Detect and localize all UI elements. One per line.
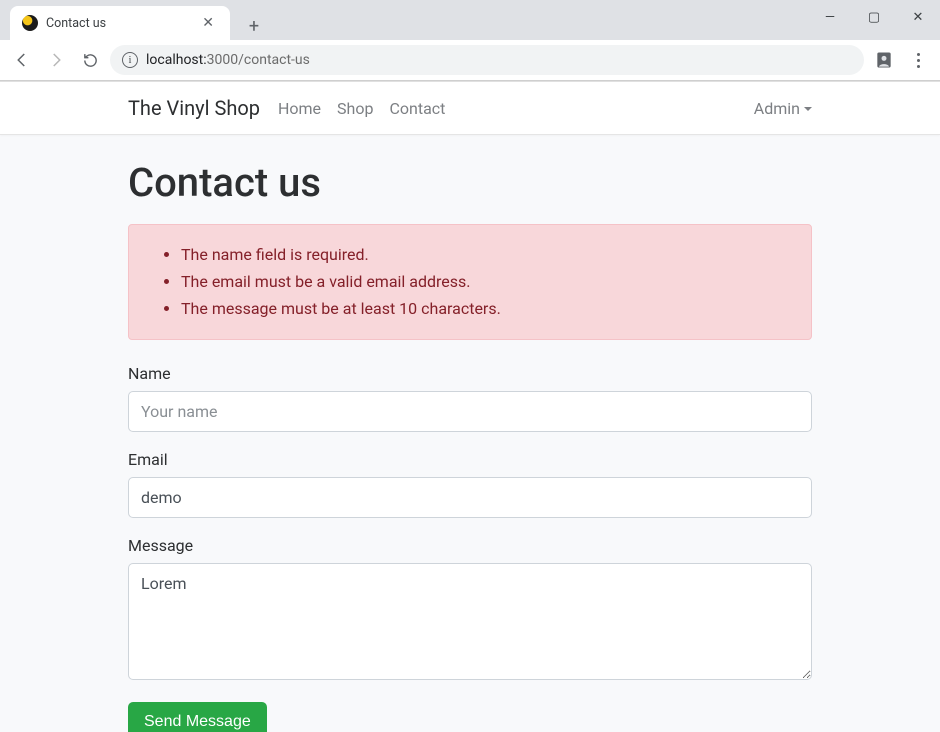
window-controls: — ▢ ✕ bbox=[808, 0, 940, 34]
validation-alert: The name field is required. The email mu… bbox=[128, 224, 812, 340]
tab-title: Contact us bbox=[46, 16, 198, 31]
new-tab-button[interactable]: + bbox=[240, 12, 268, 40]
back-button[interactable] bbox=[8, 46, 36, 74]
url-port: 3000 bbox=[207, 52, 238, 68]
browser-tab[interactable]: Contact us ✕ bbox=[10, 6, 230, 40]
page-viewport: The Vinyl Shop Home Shop Contact Admin C… bbox=[0, 81, 940, 732]
error-item: The name field is required. bbox=[181, 241, 791, 268]
tab-bar: Contact us ✕ + — ▢ ✕ bbox=[0, 0, 940, 40]
message-textarea[interactable] bbox=[128, 563, 812, 680]
site-info-icon[interactable]: i bbox=[122, 52, 138, 68]
send-message-button[interactable]: Send Message bbox=[128, 702, 267, 732]
user-menu-label: Admin bbox=[754, 99, 800, 118]
close-window-button[interactable]: ✕ bbox=[896, 0, 940, 34]
url-host: localhost: bbox=[146, 52, 207, 68]
message-label: Message bbox=[128, 536, 812, 555]
user-menu[interactable]: Admin bbox=[754, 99, 812, 118]
error-item: The message must be at least 10 characte… bbox=[181, 295, 791, 322]
browser-menu-button[interactable] bbox=[904, 53, 932, 68]
maximize-button[interactable]: ▢ bbox=[852, 0, 896, 34]
reload-button[interactable] bbox=[76, 46, 104, 74]
browser-chrome: Contact us ✕ + — ▢ ✕ i localhost:3000/co… bbox=[0, 0, 940, 81]
browser-toolbar: i localhost:3000/contact-us bbox=[0, 40, 940, 80]
chevron-down-icon bbox=[804, 107, 812, 111]
address-bar[interactable]: i localhost:3000/contact-us bbox=[110, 45, 864, 75]
nav-link-home[interactable]: Home bbox=[278, 99, 321, 118]
forward-button[interactable] bbox=[42, 46, 70, 74]
close-tab-icon[interactable]: ✕ bbox=[198, 15, 218, 31]
name-label: Name bbox=[128, 364, 812, 383]
profile-icon[interactable] bbox=[870, 46, 898, 74]
email-label: Email bbox=[128, 450, 812, 469]
minimize-button[interactable]: — bbox=[808, 0, 852, 34]
site-navbar: The Vinyl Shop Home Shop Contact Admin bbox=[0, 82, 940, 135]
error-item: The email must be a valid email address. bbox=[181, 268, 791, 295]
page-title: Contact us bbox=[128, 159, 812, 206]
nav-link-contact[interactable]: Contact bbox=[389, 99, 445, 118]
favicon-icon bbox=[22, 15, 38, 31]
email-input[interactable] bbox=[128, 477, 812, 518]
name-input[interactable] bbox=[128, 391, 812, 432]
nav-link-shop[interactable]: Shop bbox=[337, 99, 373, 118]
brand[interactable]: The Vinyl Shop bbox=[128, 96, 260, 120]
url-path: /contact-us bbox=[238, 52, 310, 68]
